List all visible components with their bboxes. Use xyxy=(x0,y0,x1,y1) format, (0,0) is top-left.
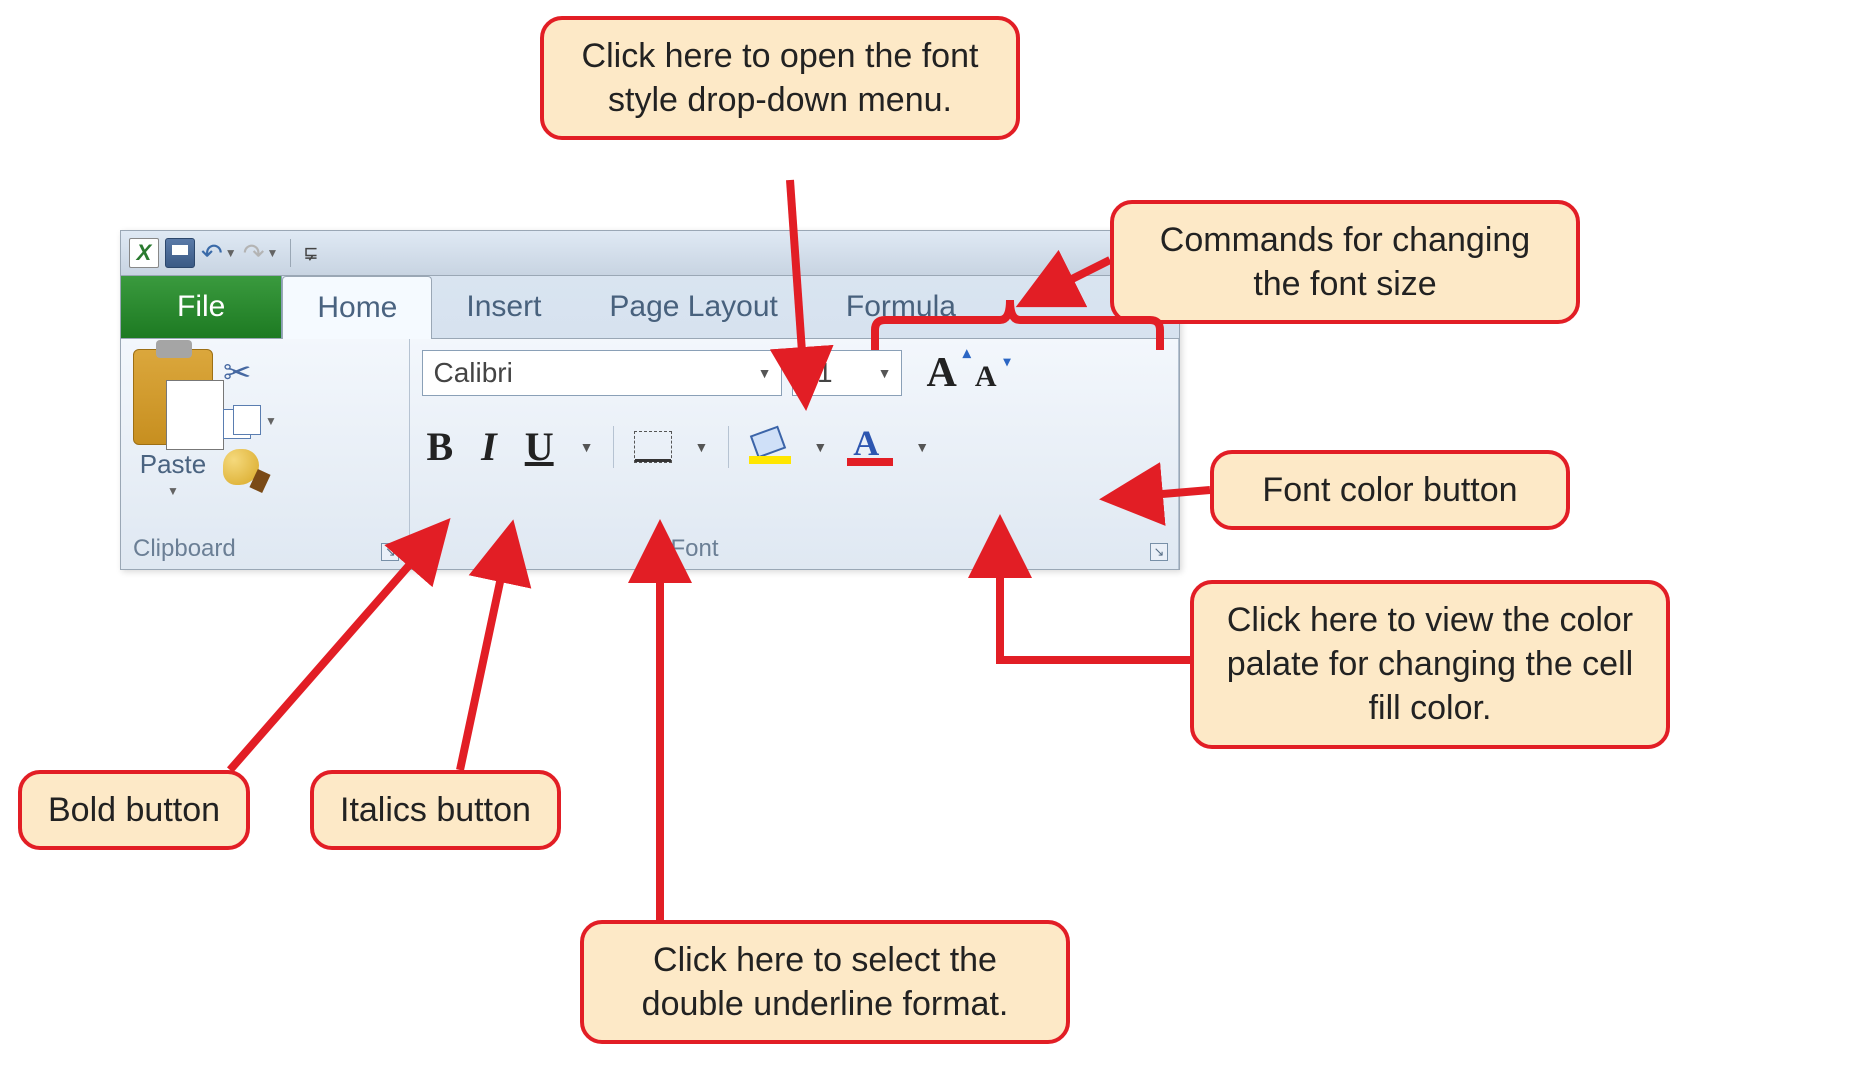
font-group-label: Font xyxy=(670,535,718,563)
redo-button[interactable]: ↷▼ xyxy=(243,238,279,269)
callout-fill-color: Click here to view the color palate for … xyxy=(1190,580,1670,749)
tab-insert[interactable]: Insert xyxy=(432,276,575,338)
italics-button[interactable]: I xyxy=(477,423,501,470)
callout-underline: Click here to select the double underlin… xyxy=(580,920,1070,1044)
callout-font-color: Font color button xyxy=(1210,450,1570,530)
fill-color-dropdown-icon[interactable]: ▼ xyxy=(813,439,827,455)
font-size-selector[interactable]: 11 ▼ xyxy=(792,350,902,396)
callout-bold: Bold button xyxy=(18,770,250,850)
font-color-dropdown-icon[interactable]: ▼ xyxy=(915,439,929,455)
fill-bucket-icon xyxy=(750,425,786,458)
cut-icon[interactable]: ✂ xyxy=(223,353,277,393)
tab-home[interactable]: Home xyxy=(282,276,432,339)
undo-dropdown-icon[interactable]: ▼ xyxy=(225,246,237,260)
tab-formulas[interactable]: Formula xyxy=(812,276,990,338)
callout-italics: Italics button xyxy=(310,770,561,850)
paste-icon xyxy=(133,349,213,445)
fill-color-bar xyxy=(749,456,791,464)
font-dialog-launcher-icon[interactable]: ↘ xyxy=(1150,543,1168,561)
font-size-dropdown-icon[interactable]: ▼ xyxy=(878,365,892,381)
borders-dropdown-icon[interactable]: ▼ xyxy=(694,439,708,455)
format-painter-icon[interactable] xyxy=(223,449,259,485)
group-clipboard: Paste ▼ ✂ ▼ Clipboard ↘ xyxy=(121,339,410,569)
group-font: Calibri ▼ 11 ▼ A▴ A▾ B I U xyxy=(410,339,1179,569)
increase-font-size-icon[interactable]: A▴ xyxy=(926,349,956,397)
paste-dropdown-icon[interactable]: ▼ xyxy=(167,484,179,498)
fill-color-button[interactable] xyxy=(749,430,791,464)
font-name-selector[interactable]: Calibri ▼ xyxy=(422,350,782,396)
copy-dropdown-icon[interactable]: ▼ xyxy=(265,414,277,428)
excel-app-icon: X xyxy=(129,238,159,268)
paste-label: Paste xyxy=(140,449,207,480)
quick-access-toolbar: X ↶▼ ↷▼ ⋤ xyxy=(121,231,1179,276)
underline-button[interactable]: U xyxy=(521,423,558,470)
separator xyxy=(613,426,614,468)
tab-page-layout[interactable]: Page Layout xyxy=(575,276,811,338)
bold-button[interactable]: B xyxy=(422,423,457,470)
callout-font-dropdown: Click here to open the font style drop-d… xyxy=(540,16,1020,140)
font-name-dropdown-icon[interactable]: ▼ xyxy=(758,365,772,381)
underline-dropdown-icon[interactable]: ▼ xyxy=(580,439,594,455)
decrease-font-size-icon[interactable]: A▾ xyxy=(975,360,997,394)
font-size-value: 11 xyxy=(803,357,832,389)
clipboard-dialog-launcher-icon[interactable]: ↘ xyxy=(381,543,399,561)
tab-file[interactable]: File xyxy=(121,276,282,338)
paste-button[interactable]: Paste ▼ xyxy=(133,349,213,498)
copy-icon[interactable] xyxy=(223,405,261,437)
save-icon[interactable] xyxy=(165,238,195,268)
qat-separator xyxy=(290,239,291,267)
excel-ribbon: X ↶▼ ↷▼ ⋤ File Home Insert Page Layout F… xyxy=(120,230,1180,570)
callout-font-size-commands: Commands for changing the font size xyxy=(1110,200,1580,324)
redo-dropdown-icon[interactable]: ▼ xyxy=(266,246,278,260)
font-color-bar xyxy=(847,458,893,466)
borders-icon[interactable] xyxy=(634,431,672,463)
undo-button[interactable]: ↶▼ xyxy=(201,238,237,269)
clipboard-group-label: Clipboard xyxy=(133,535,236,563)
font-name-value: Calibri xyxy=(433,357,512,389)
ribbon-tabs: File Home Insert Page Layout Formula xyxy=(121,276,1179,338)
ribbon-groups: Paste ▼ ✂ ▼ Clipboard ↘ xyxy=(121,338,1179,569)
customize-qat-icon[interactable]: ⋤ xyxy=(303,243,318,264)
separator xyxy=(728,426,729,468)
font-color-button[interactable]: A xyxy=(847,428,893,466)
